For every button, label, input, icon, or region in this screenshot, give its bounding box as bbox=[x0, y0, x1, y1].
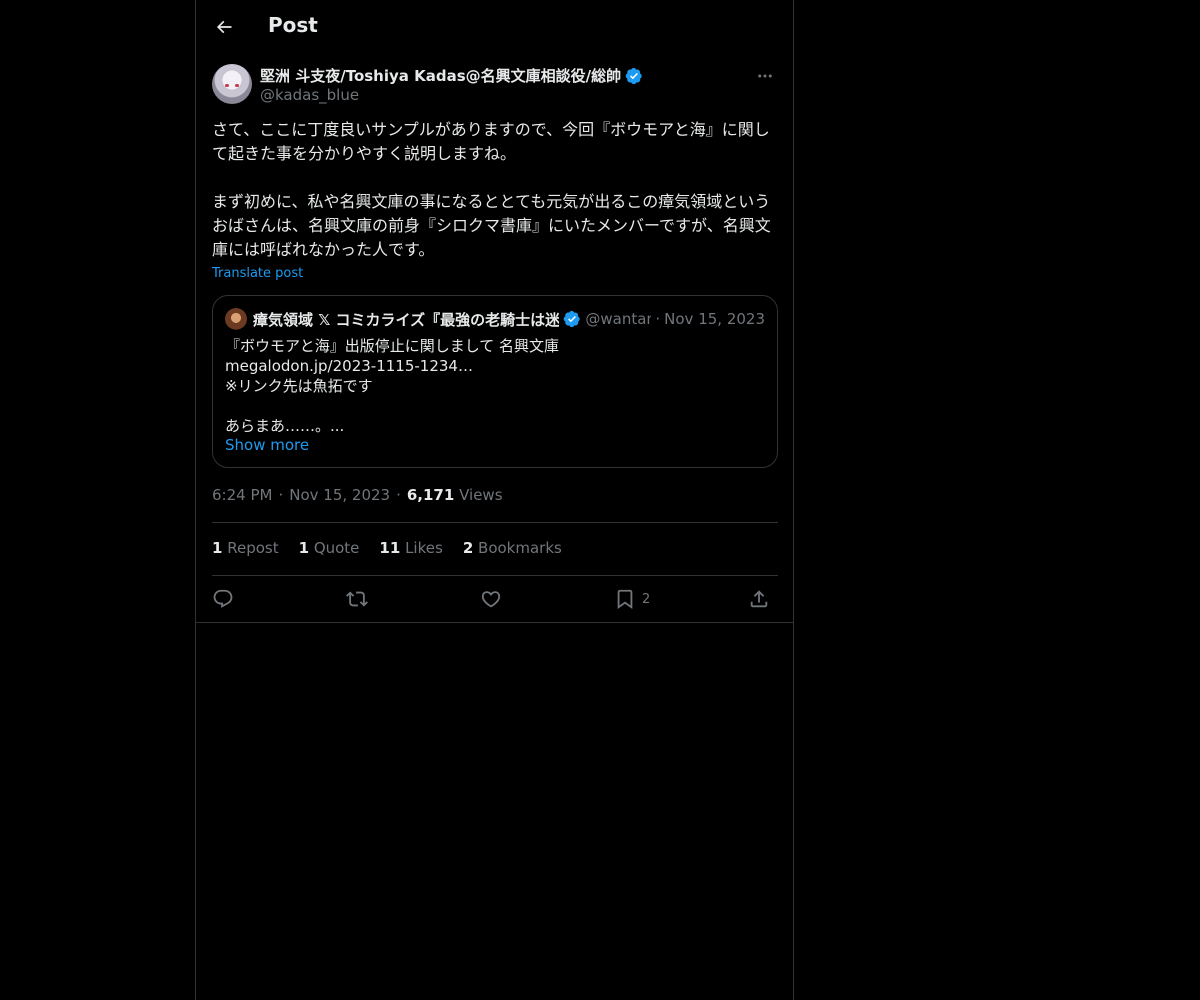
quoted-post-text: 『ボウモアと海』出版停止に関しまして 名興文庫 megalodon.jp/202… bbox=[225, 337, 560, 435]
bookmark-button[interactable]: 2 bbox=[614, 586, 650, 612]
like-button[interactable] bbox=[480, 586, 502, 612]
reposts-count: 1 bbox=[212, 539, 223, 557]
post-time[interactable]: 6:24 PM bbox=[212, 486, 272, 504]
post-meta: 6:24 PM · Nov 15, 2023 · 6,171 Views bbox=[212, 486, 503, 504]
more-options-button[interactable] bbox=[753, 64, 777, 88]
bookmarks-stat[interactable]: 2 Bookmarks bbox=[463, 539, 562, 557]
separator-dot: · bbox=[655, 310, 661, 328]
share-icon bbox=[750, 590, 768, 608]
back-button[interactable] bbox=[212, 15, 236, 39]
back-arrow-icon bbox=[216, 20, 232, 34]
quotes-count: 1 bbox=[298, 539, 310, 557]
separator-dot: · bbox=[396, 486, 401, 504]
views-count: 6,171 bbox=[406, 486, 455, 504]
divider bbox=[212, 522, 778, 523]
quoted-author-name: 瘴気領域 𝕏 コミカライズ『最強の老騎士は迷宮 bbox=[253, 310, 560, 329]
verified-badge-icon bbox=[564, 310, 581, 328]
post-text: さて、ここに丁度良いサンプルがありますので、今回『ボウモアと海』に関して起きた事… bbox=[212, 120, 771, 259]
post-header: Post bbox=[196, 0, 793, 54]
bookmarks-count: 2 bbox=[462, 539, 474, 557]
quoted-post-header: 瘴気領域 𝕏 コミカライズ『最強の老騎士は迷宮 @wantan_ · Nov 1… bbox=[253, 308, 765, 330]
author-display-name[interactable]: 堅洲 斗支夜/Toshiya Kadas@名興文庫相談役/総帥 bbox=[260, 65, 621, 86]
author-handle[interactable]: @kadas_blue bbox=[260, 86, 359, 104]
quoted-avatar bbox=[225, 308, 247, 330]
likes-label: Likes bbox=[405, 539, 443, 557]
repost-button[interactable] bbox=[346, 586, 368, 612]
bookmarks-label: Bookmarks bbox=[478, 539, 562, 557]
verified-badge-icon bbox=[625, 67, 642, 84]
separator-dot: · bbox=[278, 486, 284, 504]
quoted-author-handle: @wantan_ bbox=[585, 310, 652, 328]
reposts-label: Repost bbox=[227, 539, 279, 557]
translate-post-link[interactable]: Translate post bbox=[212, 266, 303, 281]
page-title: Post bbox=[268, 13, 318, 37]
quoted-post-card[interactable]: 瘴気領域 𝕏 コミカライズ『最強の老騎士は迷宮 @wantan_ · Nov 1… bbox=[212, 295, 778, 468]
bookmark-icon bbox=[617, 589, 633, 610]
quoted-post-date: Nov 15, 2023 bbox=[664, 310, 765, 328]
views[interactable]: 6,171 Views bbox=[407, 486, 503, 504]
show-more-link[interactable]: Show more bbox=[225, 436, 309, 454]
reposts-stat[interactable]: 1 Repost bbox=[212, 539, 279, 557]
likes-count: 11 bbox=[379, 539, 401, 557]
share-button[interactable] bbox=[748, 586, 770, 612]
heart-icon bbox=[481, 591, 501, 608]
reply-icon bbox=[213, 589, 233, 608]
divider bbox=[212, 575, 778, 576]
post-author: 堅洲 斗支夜/Toshiya Kadas@名興文庫相談役/総帥 @kadas_b… bbox=[212, 64, 777, 108]
reply-button[interactable] bbox=[212, 586, 234, 612]
post-date[interactable]: Nov 15, 2023 bbox=[289, 486, 390, 504]
likes-stat[interactable]: 11 Likes bbox=[379, 539, 442, 557]
quotes-label: Quote bbox=[313, 539, 360, 557]
divider bbox=[196, 622, 793, 623]
post-column: Post 堅洲 斗支夜/Toshiya Kadas@名興文庫相談役/総帥 @ka… bbox=[195, 0, 794, 1000]
quotes-stat[interactable]: 1 Quote bbox=[299, 539, 360, 557]
repost-icon bbox=[346, 591, 368, 607]
views-label: Views bbox=[459, 486, 503, 504]
bookmark-count: 2 bbox=[642, 591, 651, 607]
author-name-line: 堅洲 斗支夜/Toshiya Kadas@名興文庫相談役/総帥 bbox=[260, 65, 643, 86]
avatar[interactable] bbox=[212, 64, 252, 104]
engagement-stats: 1 Repost 1 Quote 11 Likes 2 Bookmarks bbox=[212, 539, 562, 557]
post-actions: 2 bbox=[212, 586, 778, 612]
more-dots-icon bbox=[758, 74, 772, 78]
